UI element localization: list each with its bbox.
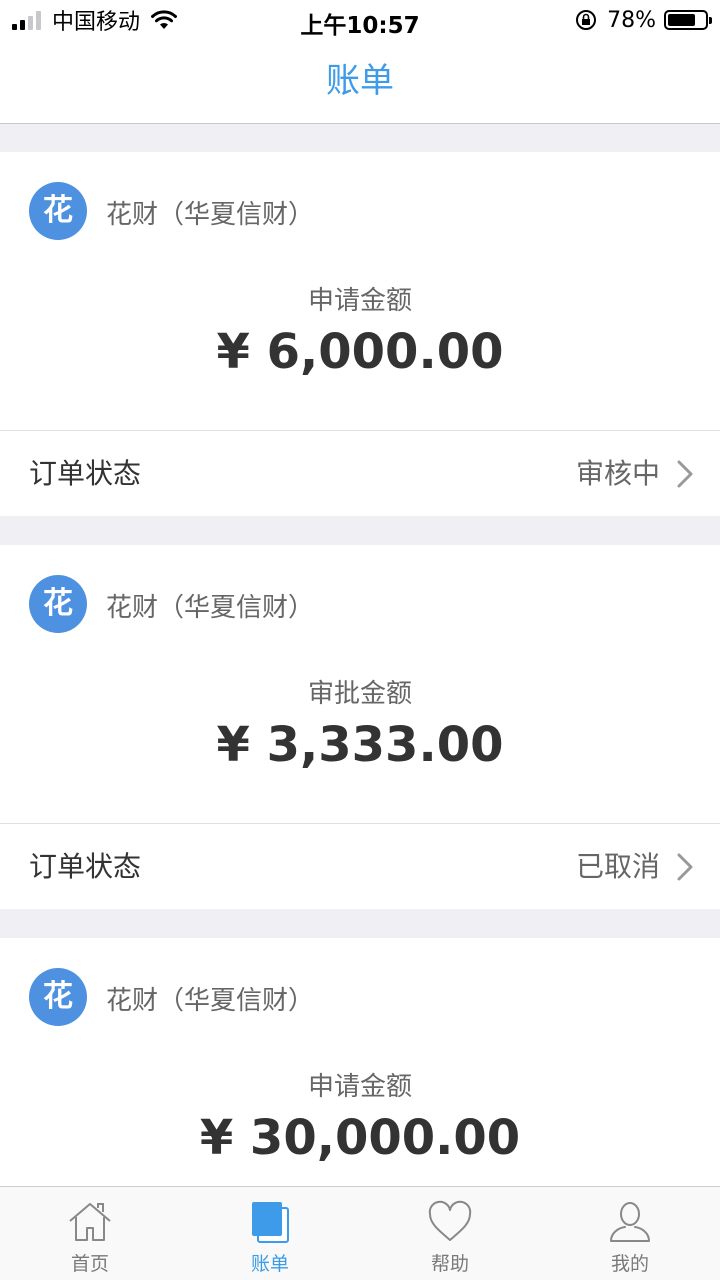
lender-logo: 花: [29, 182, 87, 240]
order-status-row[interactable]: 订单状态 已取消: [0, 824, 720, 909]
lender-name: 花财（华夏信财）: [106, 593, 315, 623]
heart-icon: [428, 1200, 472, 1241]
tab-mine[interactable]: 我的: [540, 1187, 720, 1280]
bill-card-summary: 花 花财（华夏信财） 申请金额 ¥ 30,000.00: [0, 938, 720, 1186]
tab-bill[interactable]: 账单: [180, 1187, 360, 1280]
nav-bar: 账单: [0, 40, 720, 124]
rotation-lock-icon: [576, 10, 597, 30]
bill-card-summary: 花 花财（华夏信财） 审批金额 ¥ 3,333.00: [0, 545, 720, 824]
bill-card-2: 花 花财（华夏信财） 审批金额 ¥ 3,333.00 订单状态 已取消: [0, 545, 720, 909]
amount-label: 申请金额: [307, 286, 412, 316]
order-status-value: 已取消: [575, 850, 660, 883]
tab-bar: 首页 账单 帮助 我的: [0, 1186, 720, 1280]
battery-icon: [664, 10, 712, 30]
chevron-right-icon: [677, 460, 693, 488]
status-right: 78%: [575, 6, 712, 34]
page-title: 账单: [326, 61, 394, 101]
battery-percentage: 78%: [607, 7, 656, 33]
amount-label: 审批金额: [307, 679, 412, 709]
amount-value: ¥ 3,333.00: [216, 717, 504, 773]
bill-card-3: 花 花财（华夏信财） 申请金额 ¥ 30,000.00: [0, 938, 720, 1186]
amount-value: ¥ 30,000.00: [199, 1110, 521, 1166]
chevron-right-icon: [677, 853, 693, 881]
order-status-label: 订单状态: [29, 457, 142, 490]
tab-label: 帮助: [430, 1253, 469, 1275]
tab-label: 账单: [250, 1253, 289, 1275]
amount-value: ¥ 6,000.00: [216, 324, 504, 380]
tab-label: 首页: [70, 1253, 109, 1275]
lender-logo: 花: [29, 968, 87, 1026]
lender-logo: 花: [29, 575, 87, 633]
amount-label: 申请金额: [307, 1072, 412, 1102]
lender-name: 花财（华夏信财）: [106, 986, 315, 1016]
tab-label: 我的: [610, 1253, 649, 1275]
home-icon: [69, 1203, 111, 1241]
order-status-row[interactable]: 订单状态 审核中: [0, 431, 720, 516]
tab-home[interactable]: 首页: [0, 1187, 180, 1280]
screen: 中国移动 上午10:57 78% 账单 花 花财（华夏信财） 申请金额 ¥ 6,…: [0, 0, 720, 1280]
tab-help[interactable]: 帮助: [360, 1187, 540, 1280]
order-status-value: 审核中: [575, 457, 660, 490]
lender-name: 花财（华夏信财）: [106, 200, 315, 230]
status-bar: 中国移动 上午10:57 78%: [0, 0, 720, 40]
person-icon: [610, 1202, 650, 1242]
order-status-label: 订单状态: [29, 850, 142, 883]
bill-card-1: 花 花财（华夏信财） 申请金额 ¥ 6,000.00 订单状态 审核中: [0, 152, 720, 516]
bill-card-summary: 花 花财（华夏信财） 申请金额 ¥ 6,000.00: [0, 152, 720, 431]
bill-icon: [252, 1202, 289, 1243]
